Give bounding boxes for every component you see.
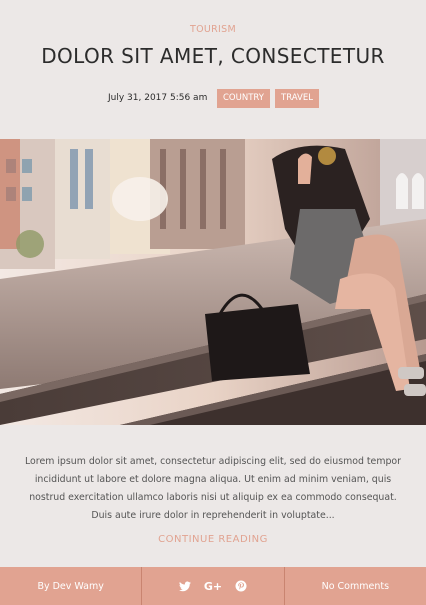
continue-reading-link[interactable]: CONTINUE READING (0, 534, 426, 545)
share-links: G+ (141, 567, 283, 605)
comments-link[interactable]: No Comments (283, 567, 426, 605)
tag-country[interactable]: COUNTRY (217, 89, 270, 108)
pinterest-icon[interactable] (234, 579, 248, 593)
post-category-link[interactable]: TOURISM (0, 24, 426, 35)
featured-image[interactable] (0, 139, 426, 425)
google-plus-icon[interactable]: G+ (204, 579, 222, 593)
post-date: July 31, 2017 5:56 am (108, 93, 208, 103)
post-footer: By Dev Wamy G+ No Comments (0, 567, 426, 605)
post-meta: July 31, 2017 5:56 am COUNTRY TRAVEL (0, 89, 426, 109)
post-excerpt: Lorem ipsum dolor sit amet, consectetur … (25, 456, 401, 521)
post-title[interactable]: DOLOR SIT AMET, CONSECTETUR (0, 44, 426, 68)
tag-travel[interactable]: TRAVEL (275, 89, 319, 108)
featured-image-photo (0, 139, 426, 425)
author-link[interactable]: By Dev Wamy (0, 567, 141, 605)
twitter-icon[interactable] (178, 579, 192, 593)
